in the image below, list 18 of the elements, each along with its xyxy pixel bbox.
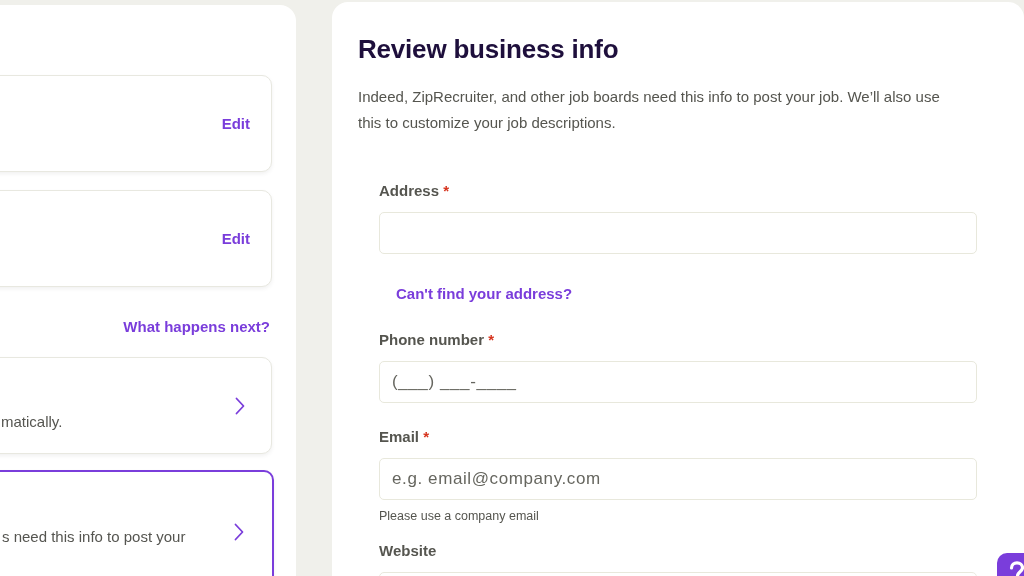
input-field[interactable]: (___) ___-____ bbox=[379, 361, 977, 403]
edit-link[interactable]: Edit bbox=[221, 113, 250, 134]
description-text: Indeed, ZipRecruiter, and other job boards need this info to post your job. We’ll also use this to customize your job descriptions. bbox=[358, 87, 941, 133]
input-field[interactable] bbox=[379, 212, 977, 254]
chevron-right-icon bbox=[235, 396, 245, 415]
field-label: Website bbox=[379, 541, 437, 561]
field-label: Email * bbox=[379, 427, 430, 447]
what-happens-next-link[interactable]: What happens next? bbox=[123, 317, 270, 337]
section-title: Review business info bbox=[358, 33, 620, 66]
chevron-right-icon bbox=[234, 523, 244, 541]
field-label: Address * bbox=[379, 181, 450, 201]
input-field[interactable]: e.g. email@company.com bbox=[379, 458, 977, 500]
edit-link[interactable]: Edit bbox=[221, 228, 250, 249]
hint-text: Please use a company email bbox=[379, 508, 540, 524]
step-card[interactable]: matically. bbox=[0, 357, 272, 454]
cant-find-address-link[interactable]: Can't find your address? bbox=[396, 284, 573, 304]
step-card[interactable]: s need this info to post your bbox=[0, 470, 274, 576]
field-label: Phone number * bbox=[379, 330, 495, 350]
